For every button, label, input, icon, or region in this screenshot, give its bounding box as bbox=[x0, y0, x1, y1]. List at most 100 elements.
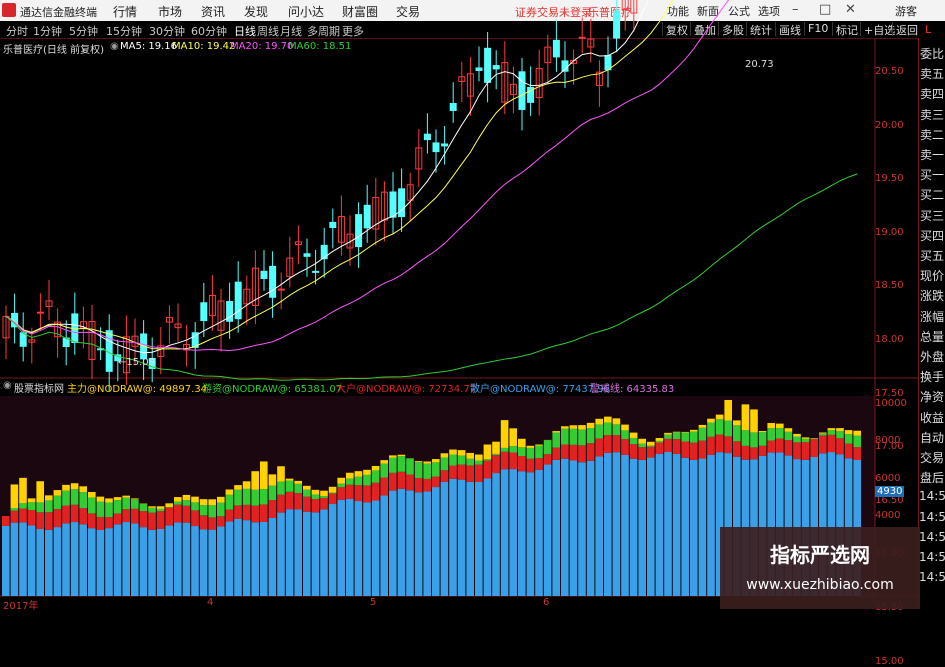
maximize-icon[interactable]: □ bbox=[819, 2, 831, 17]
indicator-bar-1 bbox=[191, 510, 199, 526]
indicator-bar-2 bbox=[604, 423, 612, 436]
indicator-settings-icon[interactable]: ◉ bbox=[3, 380, 12, 391]
indicator-bar-1 bbox=[810, 439, 818, 457]
side-panel-item[interactable]: 买四 bbox=[919, 227, 945, 244]
multi-stock-button[interactable]: 多股 bbox=[718, 22, 747, 36]
overlay-button[interactable]: 叠加 bbox=[690, 22, 719, 36]
kline-chart[interactable] bbox=[0, 0, 945, 609]
indicator-bar-1 bbox=[767, 441, 775, 453]
side-panel-item[interactable]: 买二 bbox=[919, 186, 945, 203]
indicator-bar-2 bbox=[251, 490, 259, 506]
indicator-bar-3 bbox=[441, 453, 449, 457]
guest-label[interactable]: 游客 bbox=[895, 3, 917, 19]
candle-body bbox=[29, 340, 35, 342]
side-panel-item[interactable]: 收益 bbox=[919, 409, 945, 426]
indicator-bar-3 bbox=[346, 473, 354, 479]
side-panel-item[interactable]: 交易 bbox=[919, 449, 945, 466]
side-panel-item[interactable]: 卖二 bbox=[919, 126, 945, 143]
side-panel-item[interactable]: 自动 bbox=[919, 429, 945, 446]
period-toolbar: 分时 1分钟 5分钟 15分钟 30分钟 60分钟 日线 周线 月线 多周期 更… bbox=[0, 21, 945, 39]
indicator-bar-2 bbox=[630, 438, 638, 444]
indicator-bar-3 bbox=[286, 479, 294, 481]
indicator-bar-1 bbox=[673, 439, 681, 454]
side-panel-item[interactable]: 换手 bbox=[919, 368, 945, 385]
side-panel-item[interactable]: 14:56 bbox=[919, 489, 945, 503]
candle-body bbox=[536, 68, 542, 97]
side-panel-item[interactable]: 现价 bbox=[919, 267, 945, 284]
indicator-bar-2 bbox=[234, 490, 242, 506]
close-icon[interactable]: ✕ bbox=[845, 2, 856, 17]
menu-quotes[interactable]: 行情 bbox=[113, 3, 137, 20]
menu-news[interactable]: 资讯 bbox=[201, 3, 225, 20]
period-15min[interactable]: 15分钟 bbox=[106, 23, 142, 39]
mark-button[interactable]: 标记 bbox=[832, 22, 861, 36]
period-monthly[interactable]: 月线 bbox=[280, 23, 302, 39]
indicator-bar-1 bbox=[71, 505, 79, 522]
x-label-may: 5 bbox=[370, 597, 376, 608]
side-panel-item[interactable]: 涨幅 bbox=[919, 308, 945, 325]
candle-body bbox=[106, 331, 112, 372]
side-panel-item[interactable]: 14:56 bbox=[919, 570, 945, 584]
indicator-bar-0 bbox=[54, 527, 62, 596]
side-panel-item[interactable]: 买三 bbox=[919, 207, 945, 224]
formula-button[interactable]: 公式 bbox=[728, 3, 750, 19]
minimize-icon[interactable]: – bbox=[792, 2, 799, 17]
menu-wealth[interactable]: 财富圈 bbox=[342, 3, 378, 20]
indicator-bar-0 bbox=[183, 523, 191, 596]
side-panel-item[interactable]: 买一 bbox=[919, 166, 945, 183]
side-panel-item[interactable]: 总量 bbox=[919, 328, 945, 345]
period-5min[interactable]: 5分钟 bbox=[69, 23, 98, 39]
adjust-button[interactable]: 复权 bbox=[662, 22, 691, 36]
period-intraday[interactable]: 分时 bbox=[6, 23, 28, 39]
side-panel-item[interactable]: 卖四 bbox=[919, 85, 945, 102]
indicator-bar-3 bbox=[277, 466, 285, 481]
menu-ask[interactable]: 问小达 bbox=[288, 3, 324, 20]
menu-discover[interactable]: 发现 bbox=[244, 3, 268, 20]
settings-icon[interactable]: ◉ bbox=[110, 41, 119, 52]
period-more[interactable]: 更多 bbox=[342, 23, 364, 39]
indicator-bar-2 bbox=[828, 430, 836, 435]
side-panel-item[interactable]: 卖五 bbox=[919, 65, 945, 82]
options-button[interactable]: 选项 bbox=[758, 3, 780, 19]
new-screen-button[interactable]: 新面 bbox=[697, 3, 719, 19]
indicator-bar-0 bbox=[97, 530, 105, 596]
function-button[interactable]: 功能 bbox=[667, 3, 689, 19]
indicator-bar-2 bbox=[320, 496, 328, 498]
indicator-bar-1 bbox=[828, 435, 836, 452]
side-panel-item[interactable]: 净资 bbox=[919, 388, 945, 405]
back-button[interactable]: 返回 bbox=[892, 22, 921, 36]
side-panel-item[interactable]: 盘后 bbox=[919, 469, 945, 486]
period-30min[interactable]: 30分钟 bbox=[149, 23, 185, 39]
side-panel-item[interactable]: 卖三 bbox=[919, 106, 945, 123]
price-ytick: 17.50 bbox=[875, 388, 904, 399]
side-panel-item[interactable]: 14:56 bbox=[919, 550, 945, 564]
side-panel-item[interactable]: 买五 bbox=[919, 247, 945, 264]
login-notice[interactable]: 证券交易未登录 bbox=[515, 4, 592, 20]
f10-button[interactable]: F10 bbox=[804, 22, 831, 36]
indicator-bar-3 bbox=[793, 434, 801, 437]
period-daily[interactable]: 日线 bbox=[234, 23, 256, 39]
indicator-bar-0 bbox=[570, 461, 578, 596]
side-panel-item[interactable]: 委比 bbox=[919, 45, 945, 62]
indicator-bar-3 bbox=[174, 497, 182, 502]
draw-button[interactable]: 画线 bbox=[775, 22, 804, 36]
indicator-bar-1 bbox=[742, 446, 750, 460]
period-weekly[interactable]: 周线 bbox=[257, 23, 279, 39]
candle-body bbox=[571, 60, 577, 63]
period-1min[interactable]: 1分钟 bbox=[33, 23, 62, 39]
side-panel-item[interactable]: 外盘 bbox=[919, 348, 945, 365]
stats-button[interactable]: 统计 bbox=[746, 22, 775, 36]
price-ytick: 20.00 bbox=[875, 120, 904, 131]
side-panel-item[interactable]: 卖一 bbox=[919, 146, 945, 163]
menu-market[interactable]: 市场 bbox=[158, 3, 182, 20]
indicator-bar-3 bbox=[88, 492, 96, 497]
indicator-bar-1 bbox=[441, 470, 449, 481]
indicator-bar-2 bbox=[742, 430, 750, 446]
indicator-bar-1 bbox=[458, 465, 466, 480]
period-60min[interactable]: 60分钟 bbox=[191, 23, 227, 39]
side-panel-item[interactable]: 14:56 bbox=[919, 510, 945, 524]
side-panel-item[interactable]: 涨跌 bbox=[919, 287, 945, 304]
period-multi[interactable]: 多周期 bbox=[307, 23, 340, 39]
side-panel-item[interactable]: 14:56 bbox=[919, 530, 945, 544]
menu-trade[interactable]: 交易 bbox=[396, 3, 420, 20]
